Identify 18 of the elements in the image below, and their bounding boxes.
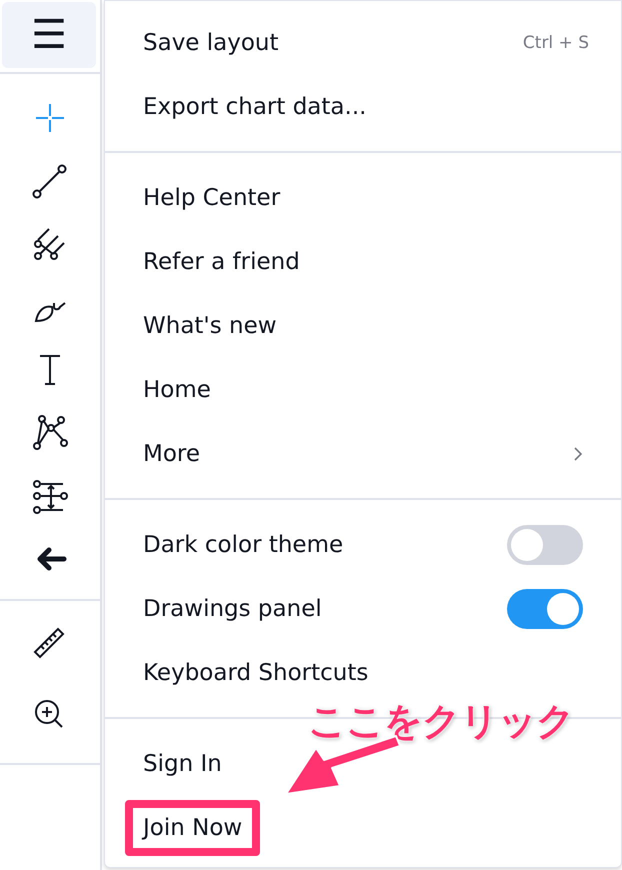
menu-item[interactable]: Export chart data... <box>125 79 384 135</box>
menu-item[interactable]: Sign In <box>125 736 240 792</box>
annotation-text: ここをクリック <box>308 698 574 745</box>
menu-button[interactable]: ☰ <box>2 2 96 68</box>
menu-item[interactable]: Join Now <box>125 800 260 856</box>
menu-item[interactable]: What's new <box>125 298 295 354</box>
menu-item[interactable]: Refer a friend <box>125 234 318 290</box>
menu-item[interactable]: Save layout <box>125 15 297 71</box>
shortcut-hint: Ctrl + S <box>522 33 589 53</box>
menu-item[interactable]: Help Center <box>125 170 298 226</box>
menu-item[interactable]: Home <box>125 362 229 418</box>
menu-item[interactable]: Keyboard Shortcuts <box>125 645 386 701</box>
toggle-switch[interactable] <box>507 589 583 629</box>
menu-item[interactable]: More <box>125 426 218 482</box>
menu-item-label: Dark color theme <box>142 531 344 560</box>
menu-item-label: Drawings panel <box>142 595 323 624</box>
toggle-switch[interactable] <box>507 525 583 565</box>
chevron-icon <box>573 446 583 462</box>
